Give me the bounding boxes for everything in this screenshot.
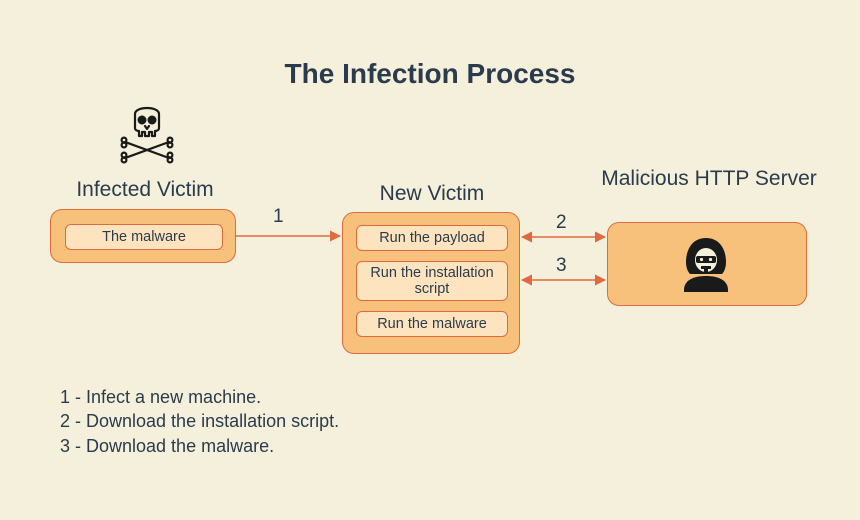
new-victim-step-3: Run the malware	[356, 311, 508, 337]
new-victim-node: Run the payload Run the installation scr…	[342, 212, 520, 354]
legend-item-1: 1 - Infect a new machine.	[60, 385, 339, 409]
hacker-icon	[674, 232, 738, 296]
arrow-2-label: 2	[556, 212, 567, 234]
infected-victim-node: The malware	[50, 209, 236, 263]
server-label: Malicious HTTP Server	[594, 167, 824, 191]
legend: 1 - Infect a new machine. 2 - Download t…	[60, 385, 339, 458]
arrow-1-label: 1	[273, 206, 284, 228]
arrow-3-label: 3	[556, 255, 567, 277]
new-victim-step-1: Run the payload	[356, 225, 508, 251]
new-victim-label: New Victim	[342, 182, 522, 206]
infected-victim-label: Infected Victim	[45, 178, 245, 202]
legend-item-2: 2 - Download the installation script.	[60, 409, 339, 433]
new-victim-step-2: Run the installation script	[356, 261, 508, 301]
diagram-title: The Infection Process	[0, 58, 860, 90]
infected-victim-step: The malware	[65, 224, 223, 250]
legend-item-3: 3 - Download the malware.	[60, 434, 339, 458]
skull-crossbones-icon	[115, 100, 179, 164]
